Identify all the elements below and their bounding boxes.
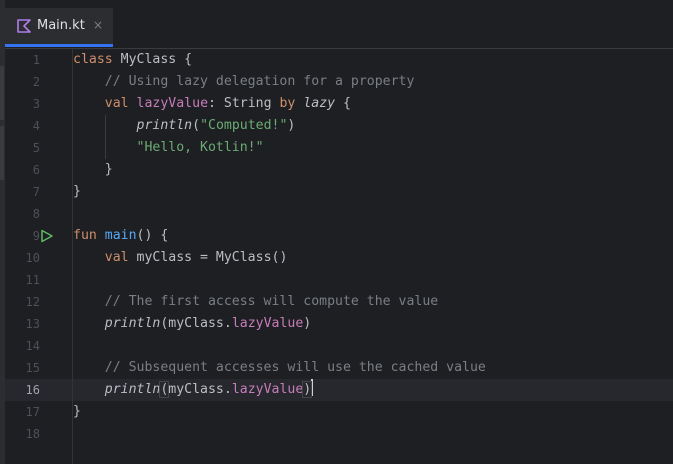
line-number: 2 xyxy=(32,75,40,89)
line-number: 1 xyxy=(32,53,40,67)
code-line: } xyxy=(73,401,673,423)
property-name: lazyValue xyxy=(136,96,209,111)
code-text: } xyxy=(73,404,81,419)
kotlin-file-icon xyxy=(17,19,31,33)
code-text: ) xyxy=(287,118,296,133)
code-line: class MyClass { xyxy=(73,49,673,71)
code-line: val lazyValue: String by lazy { xyxy=(73,93,673,115)
line-number: 15 xyxy=(25,361,40,375)
code-line: } xyxy=(73,159,673,181)
class-name: MyClass { xyxy=(112,52,193,67)
keyword: fun xyxy=(73,228,97,243)
code-text: (myClass. xyxy=(160,316,232,331)
run-icon[interactable] xyxy=(40,229,54,243)
line-number: 11 xyxy=(25,273,40,287)
code-text: ( xyxy=(192,118,201,133)
line-number: 10 xyxy=(25,251,40,265)
function-call: println xyxy=(104,316,161,331)
function-call: println xyxy=(136,118,193,133)
code-text: { xyxy=(335,96,351,111)
line-number: 13 xyxy=(25,317,40,331)
code-text: () { xyxy=(136,228,169,243)
line-number: 12 xyxy=(25,295,40,309)
line-number: 14 xyxy=(25,339,40,353)
line-number-current: 16 xyxy=(25,383,40,397)
code-line-current: println(myClass.lazyValue) xyxy=(73,379,673,401)
editor-tab-bar: Main.kt × xyxy=(5,0,673,49)
code-line: // Using lazy delegation for a property xyxy=(73,71,673,93)
string-literal: "Hello, Kotlin!" xyxy=(136,140,264,155)
code-text: myClass = MyClass() xyxy=(128,250,288,265)
line-number: 5 xyxy=(32,141,40,155)
property-name: lazyValue xyxy=(231,382,304,397)
comment: // The first access will compute the val… xyxy=(104,294,439,309)
keyword: class xyxy=(73,52,113,67)
comment: // Subsequent accesses will use the cach… xyxy=(104,360,486,375)
line-number: 17 xyxy=(25,405,40,419)
line-number: 6 xyxy=(32,163,40,177)
line-number: 8 xyxy=(32,207,40,221)
property-name: lazyValue xyxy=(231,316,304,331)
code-line: "Hello, Kotlin!" xyxy=(73,137,673,159)
code-text: myClass. xyxy=(168,382,232,397)
function-call: lazy xyxy=(303,96,336,111)
code-text: ) xyxy=(303,316,312,331)
code-text: } xyxy=(73,162,113,177)
line-number: 9 xyxy=(32,229,40,243)
strip-marker xyxy=(0,66,4,120)
line-number: 7 xyxy=(32,185,40,199)
code-line: // The first access will compute the val… xyxy=(73,291,673,313)
keyword: val xyxy=(104,96,129,111)
text-caret xyxy=(311,379,314,396)
code-line: fun main() { xyxy=(73,225,673,247)
code-line: } xyxy=(73,181,673,203)
function-name: main xyxy=(104,228,137,243)
comment: // Using lazy delegation for a property xyxy=(104,74,415,89)
string-literal: "Computed!" xyxy=(200,118,288,133)
matched-paren: ) xyxy=(302,381,313,398)
code-line: // Subsequent accesses will use the cach… xyxy=(73,357,673,379)
tab-label: Main.kt xyxy=(37,18,85,33)
line-number: 3 xyxy=(32,97,40,111)
tab-main-kt[interactable]: Main.kt × xyxy=(5,8,113,47)
strip-marker xyxy=(0,126,4,180)
code-text: } xyxy=(73,184,81,199)
keyword: val xyxy=(104,250,129,265)
code-line: val myClass = MyClass() xyxy=(73,247,673,269)
close-icon[interactable]: × xyxy=(93,18,103,32)
keyword: by xyxy=(279,96,296,111)
code-line: println(myClass.lazyValue) xyxy=(73,313,673,335)
function-call: println xyxy=(104,382,161,397)
code-editor[interactable]: 1 2 3 4 5 6 7 8 9 10 11 12 13 14 15 16 1… xyxy=(5,49,673,464)
type-annotation: : String xyxy=(208,96,280,111)
line-number: 18 xyxy=(25,427,40,441)
code-line: println("Computed!") xyxy=(73,115,673,137)
line-number: 4 xyxy=(32,119,40,133)
